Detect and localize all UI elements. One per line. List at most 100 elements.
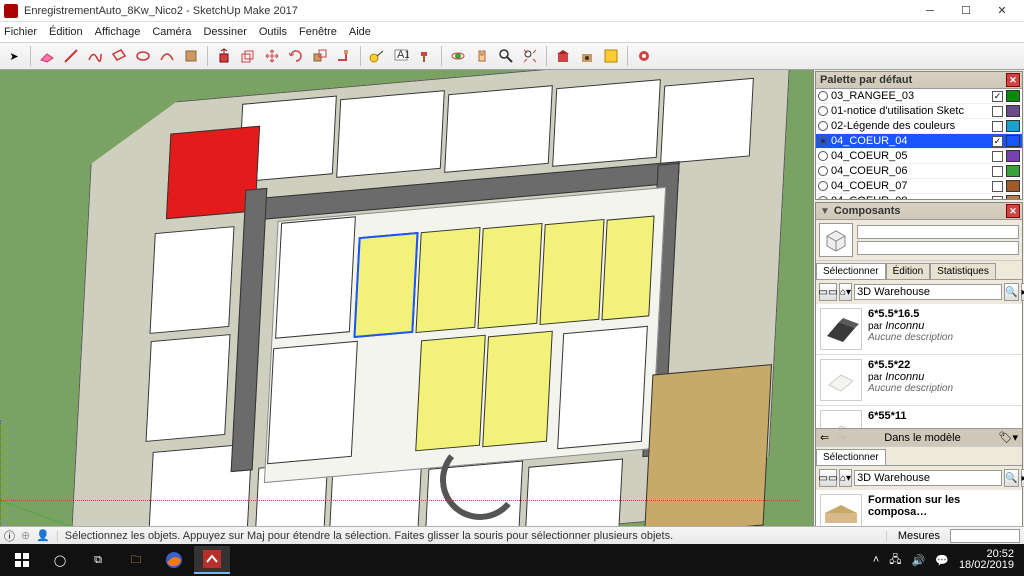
arc-tool[interactable] [157,46,177,66]
layer-row[interactable]: 02-Légende des couleurs [816,119,1022,134]
menu-tools[interactable]: Outils [259,26,287,38]
home-button-2[interactable]: ⌂▾ [839,469,852,487]
close-button[interactable]: ✕ [984,0,1020,22]
notifications-icon[interactable]: 💬 [935,554,949,567]
menu-view[interactable]: Affichage [95,26,141,38]
rectangle-tool[interactable] [109,46,129,66]
pushpull-tool[interactable] [214,46,234,66]
home-button[interactable]: ⌂▾ [839,283,852,301]
extension-warehouse-tool[interactable] [577,46,597,66]
menu-edit[interactable]: Édition [49,26,83,38]
component-name-input[interactable] [857,225,1019,239]
color-swatch[interactable] [1006,105,1020,117]
offset-tool[interactable] [238,46,258,66]
line-tool[interactable] [61,46,81,66]
close-icon[interactable]: ✕ [1006,73,1020,87]
layout-tool[interactable] [601,46,621,66]
start-button[interactable] [4,546,40,574]
zoom-tool[interactable] [496,46,516,66]
radio-icon[interactable] [818,91,828,101]
tape-tool[interactable] [367,46,387,66]
visibility-checkbox[interactable]: ✓ [992,91,1003,102]
circle-tool[interactable] [133,46,153,66]
color-swatch[interactable] [1006,150,1020,162]
details-button[interactable]: 🏷▾ [999,431,1019,444]
orbit-tool[interactable] [448,46,468,66]
layer-row[interactable]: 04_COEUR_05 [816,149,1022,164]
component-thumb-icon[interactable] [819,223,853,257]
followme-tool[interactable] [334,46,354,66]
visibility-checkbox[interactable] [992,181,1003,192]
text-tool[interactable]: A1 [391,46,411,66]
components-panel-header[interactable]: ▼ Composants ✕ [816,203,1022,220]
explorer-icon[interactable]: 🗀 [118,546,154,574]
radio-icon[interactable] [818,106,828,116]
component-card[interactable]: 6*55*11 [816,406,1022,428]
layer-row[interactable]: 04_COEUR_07 [816,179,1022,194]
view-mode-button-2[interactable]: ▭▭ [819,469,837,487]
search-button[interactable]: 🔍 [1004,283,1018,301]
measurements-input[interactable] [950,529,1020,543]
radio-icon[interactable] [818,181,828,191]
radio-icon[interactable] [818,151,828,161]
component-cards[interactable]: 6*5.5*16.5 par Inconnu Aucune descriptio… [816,304,1022,428]
component-desc-input[interactable] [857,241,1019,255]
color-swatch[interactable] [1006,135,1020,147]
radio-icon[interactable] [818,196,828,199]
tray-chevron-icon[interactable]: ˄ [873,554,879,566]
layer-row[interactable]: 03_RANGEE_03 ✓ [816,89,1022,104]
freehand-tool[interactable] [85,46,105,66]
network-icon[interactable]: 🖧 [889,551,901,570]
color-swatch[interactable] [1006,195,1020,199]
radio-icon[interactable] [818,136,828,146]
close-icon[interactable]: ✕ [1006,204,1020,218]
visibility-checkbox[interactable] [992,196,1003,200]
tab-edit[interactable]: Édition [886,263,931,279]
radio-icon[interactable] [818,166,828,176]
move-tool[interactable] [262,46,282,66]
warehouse-tool[interactable] [553,46,573,66]
extension-manager-tool[interactable] [634,46,654,66]
view-mode-button[interactable]: ▭▭ [819,283,837,301]
component-card[interactable]: 6*5.5*16.5 par Inconnu Aucune descriptio… [816,304,1022,355]
geolocation-icon[interactable]: ⊕ [21,529,30,542]
nav-button[interactable]: ▸ [1021,283,1024,301]
pan-tool[interactable] [472,46,492,66]
layers-panel-header[interactable]: Palette par défaut ✕ [816,72,1022,89]
system-tray[interactable]: ˄ 🖧 🔊 💬 20:52 18/02/2019 [873,549,1020,571]
menu-file[interactable]: Fichier [4,26,37,38]
select-tool[interactable]: ➤ [4,46,24,66]
layer-row[interactable]: 01-notice d'utilisation Sketc [816,104,1022,119]
color-swatch[interactable] [1006,120,1020,132]
person-icon[interactable]: 👤 [36,529,50,542]
color-swatch[interactable] [1006,165,1020,177]
visibility-checkbox[interactable] [992,166,1003,177]
search-button-2[interactable]: 🔍 [1004,469,1018,487]
nav-back-icon[interactable]: ⇐ [820,431,829,444]
rotate-tool[interactable] [286,46,306,66]
visibility-checkbox[interactable] [992,151,1003,162]
layers-list[interactable]: 03_RANGEE_03 ✓ 01-notice d'utilisation S… [816,89,1022,199]
taskview-icon[interactable]: ⧉ [80,546,116,574]
scale-tool[interactable] [310,46,330,66]
polygon-tool[interactable] [181,46,201,66]
model-viewport[interactable] [0,70,814,543]
color-swatch[interactable] [1006,180,1020,192]
color-swatch[interactable] [1006,90,1020,102]
volume-icon[interactable]: 🔊 [912,554,926,567]
nav-button-2[interactable]: ▸ [1021,469,1024,487]
eraser-tool[interactable] [37,46,57,66]
visibility-checkbox[interactable] [992,106,1003,117]
nav-fwd-icon[interactable]: ⇒ [837,431,846,444]
menu-window[interactable]: Fenêtre [299,26,337,38]
visibility-checkbox[interactable] [992,121,1003,132]
search-taskbar-icon[interactable]: ◯ [42,546,78,574]
layer-row[interactable]: 04_COEUR_06 [816,164,1022,179]
layer-row[interactable]: 04_COEUR_04 ✓ [816,134,1022,149]
tab-select-2[interactable]: Sélectionner [816,449,886,465]
search-input[interactable] [854,284,1002,300]
sketchup-taskbar-icon[interactable] [194,546,230,574]
tab-stats[interactable]: Statistiques [930,263,996,279]
menu-draw[interactable]: Dessiner [203,26,246,38]
help-icon[interactable]: ⓘ [4,528,15,544]
